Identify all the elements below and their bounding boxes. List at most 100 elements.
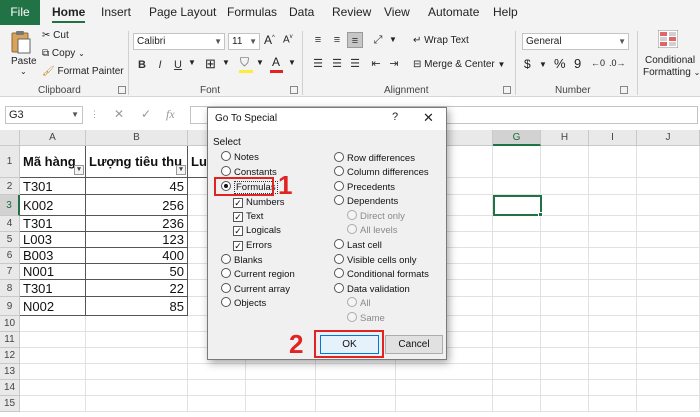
row-header-2[interactable]: 2 — [0, 178, 20, 195]
align-top-icon[interactable]: ≡ — [310, 32, 326, 48]
empty-cell[interactable] — [188, 380, 246, 396]
tab-insert[interactable]: Insert — [101, 0, 131, 25]
empty-cell[interactable] — [637, 332, 700, 348]
italic-button[interactable]: I — [152, 57, 168, 73]
paste-icon[interactable] — [10, 30, 32, 54]
empty-cell[interactable] — [396, 396, 493, 412]
font-name-combo[interactable]: Calibri ▼ — [133, 33, 225, 50]
empty-cell[interactable] — [316, 380, 396, 396]
align-right-icon[interactable]: ☰ — [347, 56, 363, 72]
merge-center-button[interactable]: ⊟ Merge & Center ▼ — [413, 59, 505, 70]
tab-automate[interactable]: Automate — [428, 0, 479, 25]
empty-cell[interactable] — [637, 195, 700, 216]
copy-button[interactable]: ⧉ Copy ⌄ — [42, 48, 85, 59]
empty-cell[interactable] — [589, 248, 637, 264]
help-icon[interactable]: ? — [392, 111, 398, 123]
empty-cell[interactable] — [86, 332, 188, 348]
empty-cell[interactable] — [589, 348, 637, 364]
empty-cell[interactable] — [637, 248, 700, 264]
empty-cell[interactable] — [20, 396, 86, 412]
menu-file[interactable]: File — [0, 0, 40, 25]
empty-cell[interactable] — [493, 178, 541, 195]
fill-handle[interactable] — [538, 212, 543, 217]
row-header-8[interactable]: 8 — [0, 280, 20, 297]
table-cell-luong-tieu-thu[interactable]: 50 — [86, 264, 188, 280]
empty-cell[interactable] — [541, 146, 589, 178]
empty-cell[interactable] — [396, 364, 493, 380]
table-cell-ma-hang[interactable]: N001 — [20, 264, 86, 280]
currency-button[interactable]: $ — [524, 57, 531, 71]
column-header-j[interactable]: J — [637, 130, 700, 146]
align-middle-icon[interactable]: ≡ — [329, 32, 345, 48]
empty-cell[interactable] — [637, 178, 700, 195]
cancel-formula-icon[interactable]: ✕ — [114, 107, 124, 121]
table-cell-ma-hang[interactable]: N002 — [20, 297, 86, 316]
align-left-icon[interactable]: ☰ — [310, 56, 326, 72]
orientation-dropdown-icon[interactable]: ▼ — [389, 35, 397, 44]
number-launcher-icon[interactable] — [620, 86, 628, 94]
option-row-differences[interactable]: Row differences — [334, 152, 415, 165]
enter-formula-icon[interactable]: ✓ — [141, 107, 151, 121]
empty-cell[interactable] — [541, 380, 589, 396]
paste-dropdown-icon[interactable]: ⌄ — [20, 67, 27, 76]
empty-cell[interactable] — [493, 332, 541, 348]
fill-color-icon[interactable]: ⛉ — [240, 55, 249, 70]
paste-button[interactable]: Paste — [11, 56, 37, 67]
empty-cell[interactable] — [541, 348, 589, 364]
empty-cell[interactable] — [493, 348, 541, 364]
empty-cell[interactable] — [589, 216, 637, 232]
column-header-a[interactable]: A — [20, 130, 86, 146]
conditional-formatting-label-2[interactable]: Formatting ⌄ — [643, 67, 700, 78]
font-color-dropdown-icon[interactable]: ▼ — [288, 58, 296, 67]
column-header-h[interactable]: H — [541, 130, 589, 146]
row-header-11[interactable]: 11 — [0, 332, 20, 348]
empty-cell[interactable] — [637, 348, 700, 364]
empty-cell[interactable] — [637, 364, 700, 380]
empty-cell[interactable] — [541, 396, 589, 412]
row-header-7[interactable]: 7 — [0, 264, 20, 280]
empty-cell[interactable] — [541, 364, 589, 380]
tab-data[interactable]: Data — [289, 0, 314, 25]
row-header-14[interactable]: 14 — [0, 380, 20, 396]
empty-cell[interactable] — [20, 332, 86, 348]
empty-cell[interactable] — [541, 264, 589, 280]
active-cell-g3[interactable] — [493, 195, 542, 216]
table-cell-luong-tieu-thu[interactable]: 45 — [86, 178, 188, 195]
empty-cell[interactable] — [637, 146, 700, 178]
empty-cell[interactable] — [541, 332, 589, 348]
empty-cell[interactable] — [188, 364, 246, 380]
tab-home[interactable]: Home — [52, 0, 86, 25]
empty-cell[interactable] — [246, 380, 316, 396]
table-cell-luong-tieu-thu[interactable]: 123 — [86, 232, 188, 248]
empty-cell[interactable] — [493, 216, 541, 232]
empty-cell[interactable] — [493, 380, 541, 396]
empty-cell[interactable] — [637, 280, 700, 297]
empty-cell[interactable] — [493, 297, 541, 316]
conditional-formatting-icon[interactable] — [657, 29, 679, 49]
filter-dropdown-icon[interactable]: ▾ — [176, 165, 186, 175]
empty-cell[interactable] — [589, 332, 637, 348]
empty-cell[interactable] — [246, 396, 316, 412]
empty-cell[interactable] — [246, 364, 316, 380]
table-cell-luong-tieu-thu[interactable]: 256 — [86, 195, 188, 216]
grow-font-button[interactable]: A^ — [264, 33, 275, 47]
increase-decimal-icon[interactable]: ←0 — [591, 58, 605, 68]
option-data-validation[interactable]: Data validation — [334, 283, 410, 296]
borders-dropdown-icon[interactable]: ▼ — [222, 58, 230, 67]
align-bottom-icon[interactable]: ≡ — [347, 32, 363, 48]
cancel-button[interactable]: Cancel — [385, 335, 443, 354]
empty-cell[interactable] — [493, 316, 541, 332]
underline-button[interactable]: U — [170, 57, 186, 73]
empty-cell[interactable] — [20, 316, 86, 332]
borders-icon[interactable]: ⊞ — [205, 56, 216, 72]
percent-button[interactable]: % — [554, 56, 566, 71]
empty-cell[interactable] — [589, 178, 637, 195]
empty-cell[interactable] — [493, 146, 541, 178]
name-box[interactable]: G3 ▼ — [5, 106, 83, 124]
option-conditional-formats[interactable]: Conditional formats — [334, 268, 429, 281]
empty-cell[interactable] — [86, 348, 188, 364]
option-column-differences[interactable]: Column differences — [334, 166, 429, 179]
empty-cell[interactable] — [589, 264, 637, 280]
empty-cell[interactable] — [541, 248, 589, 264]
row-header-4[interactable]: 4 — [0, 216, 20, 232]
